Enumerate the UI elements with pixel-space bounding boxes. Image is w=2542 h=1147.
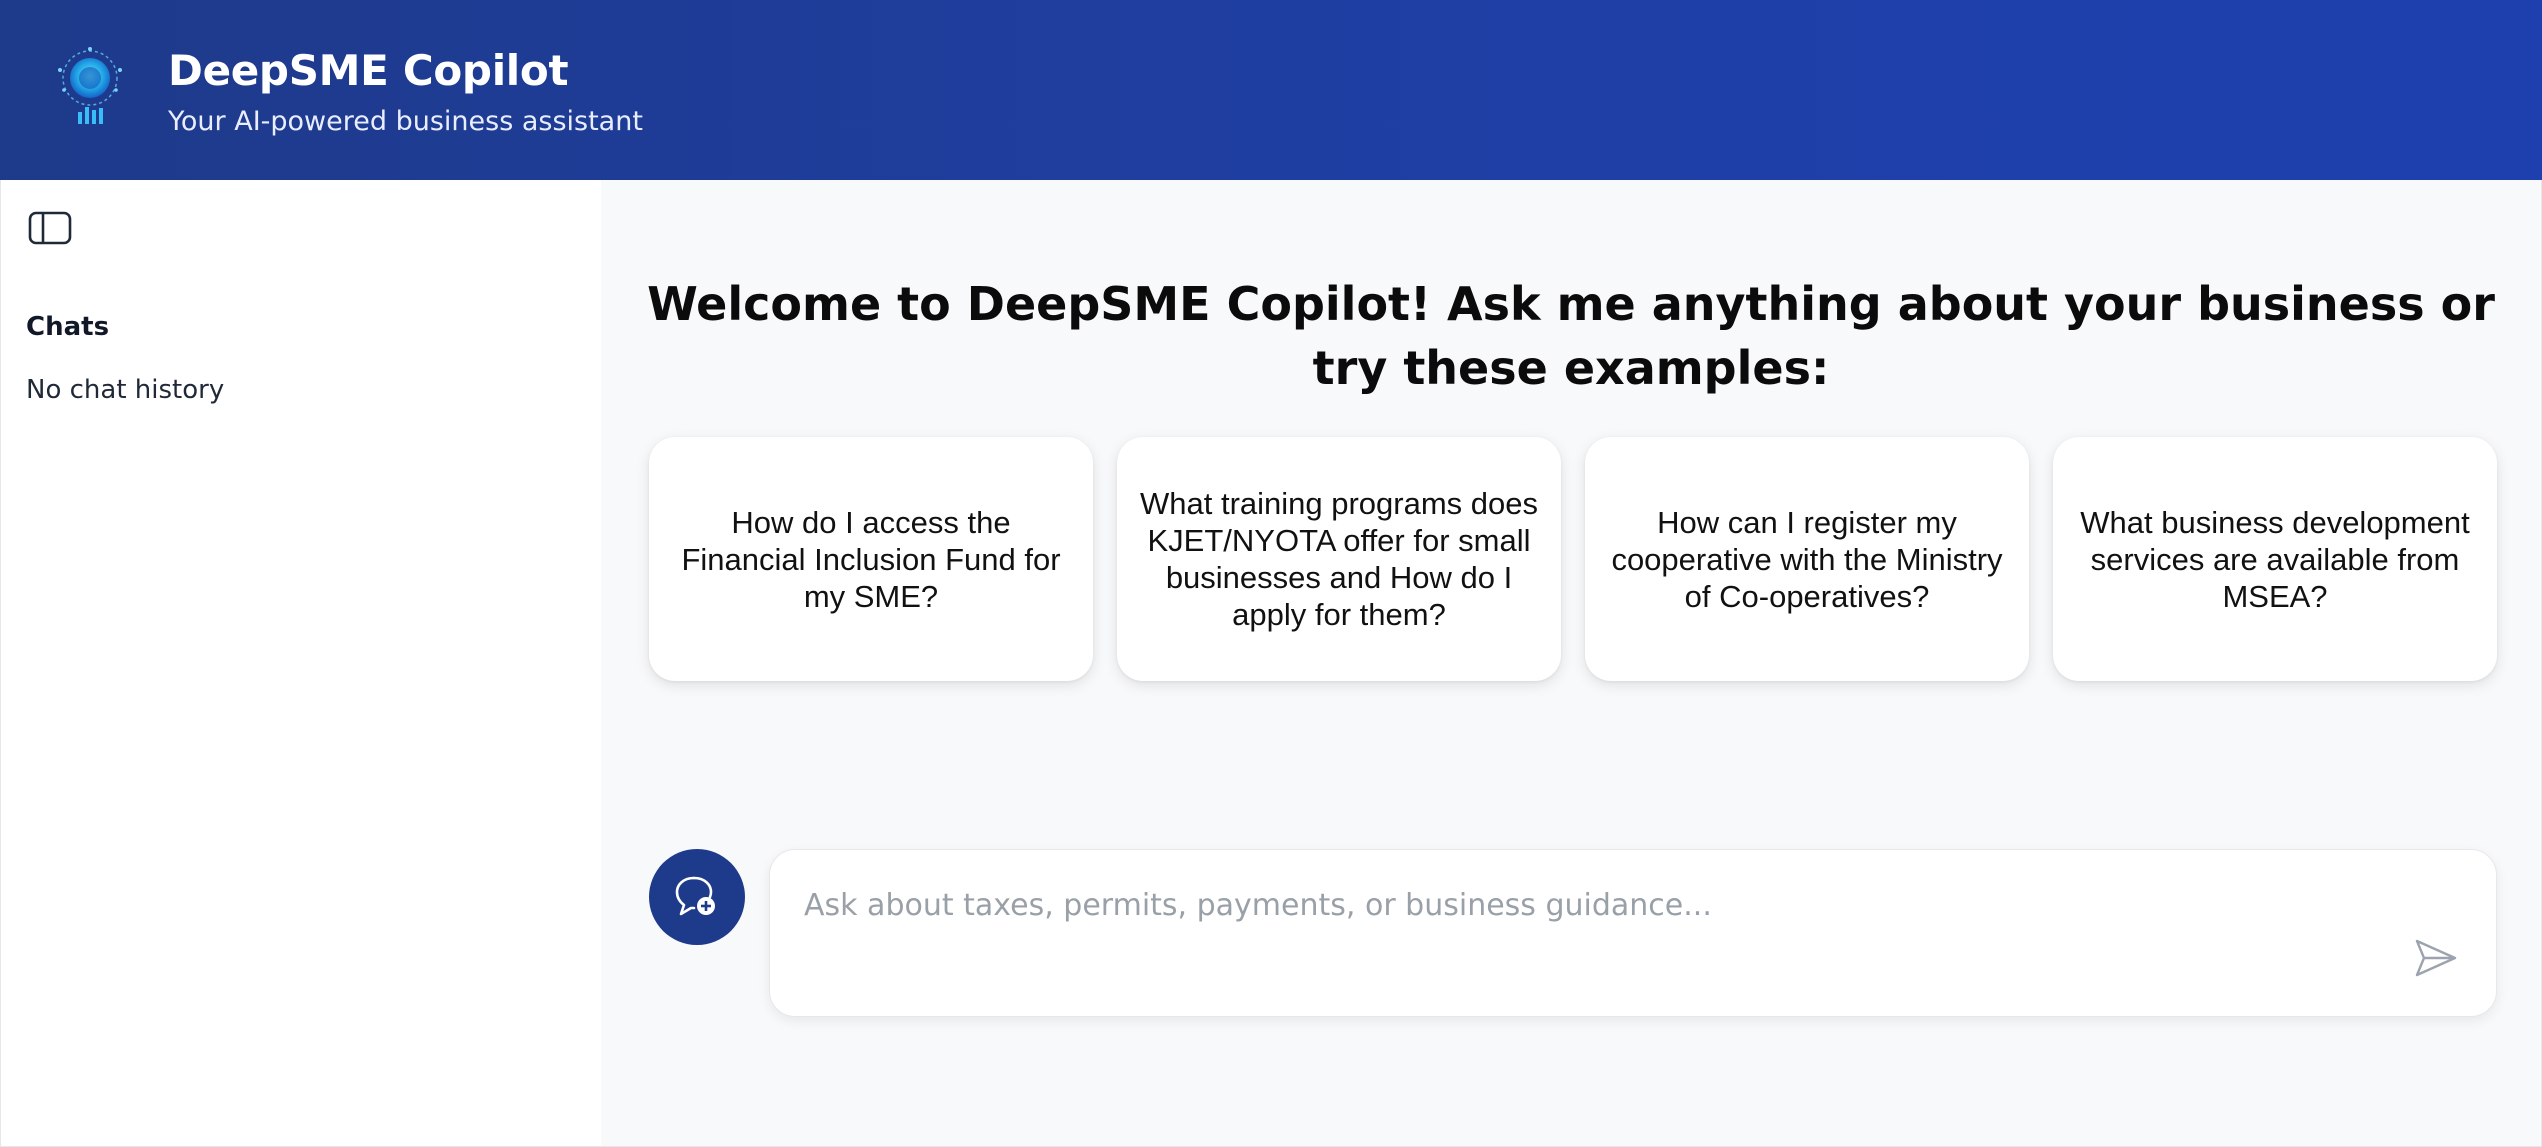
app-title: DeepSME Copilot (168, 46, 569, 95)
chat-main: Welcome to DeepSME Copilot! Ask me anyth… (601, 180, 2542, 1147)
chats-heading: Chats (26, 312, 110, 342)
send-icon (2414, 938, 2458, 983)
app-header: DeepSME Copilot Your AI-powered business… (0, 0, 2542, 180)
example-prompt-card[interactable]: How do I access the Financial Inclusion … (649, 437, 1093, 681)
brand: DeepSME Copilot Your AI-powered business… (168, 42, 643, 142)
example-prompt-card[interactable]: How can I register my cooperative with t… (1585, 437, 2029, 681)
robot-logo-icon (52, 46, 128, 132)
example-prompts: How do I access the Financial Inclusion … (649, 437, 2497, 681)
sidebar: Chats No chat history (0, 180, 601, 1147)
app-subtitle: Your AI-powered business assistant (168, 106, 643, 137)
chat-composer (769, 849, 2497, 1017)
example-prompt-card[interactable]: What training programs does KJET/NYOTA o… (1117, 437, 1561, 681)
new-chat-icon (672, 870, 722, 925)
chat-input[interactable] (804, 880, 2384, 930)
empty-chat-history: No chat history (26, 375, 225, 405)
sidebar-toggle-icon (28, 210, 72, 251)
welcome-heading: Welcome to DeepSME Copilot! Ask me anyth… (647, 277, 2495, 395)
example-prompt-card[interactable]: What business development services are a… (2053, 437, 2497, 681)
sidebar-toggle-button[interactable] (25, 208, 75, 252)
send-button[interactable] (2410, 934, 2462, 986)
new-chat-button[interactable] (649, 849, 745, 945)
